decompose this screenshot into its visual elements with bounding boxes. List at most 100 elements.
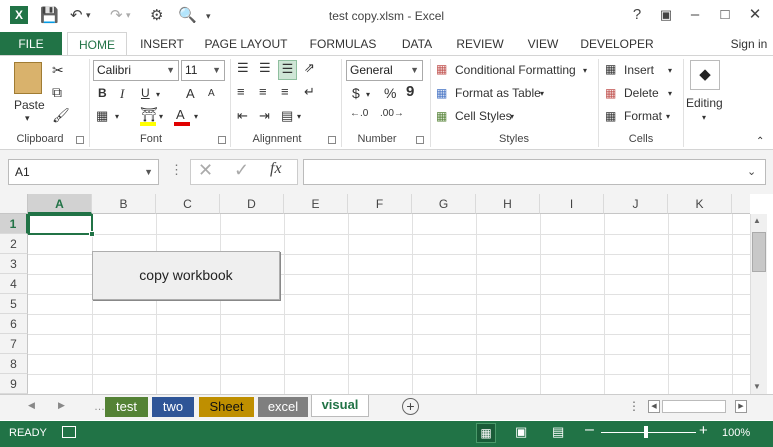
select-all-corner[interactable] <box>0 194 28 214</box>
scroll-thumb[interactable] <box>752 232 766 272</box>
zoom-level[interactable]: 100% <box>722 427 750 439</box>
redo-dropdown-icon[interactable]: ▾ <box>126 10 131 21</box>
tab-view[interactable]: VIEW <box>520 32 566 56</box>
alignment-launcher-icon[interactable] <box>328 136 336 144</box>
borders-dropdown-icon[interactable]: ▾ <box>115 112 119 121</box>
font-name-select[interactable]: Calibri ▼ <box>93 60 179 81</box>
selected-cell-a1[interactable] <box>28 214 93 235</box>
tab-file[interactable]: FILE <box>0 32 62 56</box>
column-header[interactable]: D <box>220 194 284 214</box>
row-header[interactable]: 2 <box>0 234 28 254</box>
column-header[interactable]: C <box>156 194 220 214</box>
percent-button[interactable]: % <box>384 85 396 101</box>
column-header[interactable]: K <box>668 194 732 214</box>
align-center-icon[interactable]: ≡ <box>259 84 267 99</box>
copy-icon[interactable]: ⧉ <box>52 84 62 101</box>
sheet-overflow-icon[interactable]: … <box>94 401 105 413</box>
copy-workbook-button[interactable]: copy workbook <box>92 251 280 300</box>
column-header[interactable]: E <box>284 194 348 214</box>
column-header[interactable]: A <box>28 194 92 214</box>
formula-input[interactable] <box>303 159 766 185</box>
new-sheet-button[interactable]: + <box>402 398 419 415</box>
merge-center-icon[interactable]: ▤ <box>281 108 293 124</box>
normal-view-icon[interactable]: ▦ <box>476 423 496 443</box>
zoom-out-button[interactable]: – <box>585 421 594 439</box>
cut-icon[interactable]: ✂ <box>52 62 64 79</box>
row-header[interactable]: 5 <box>0 294 28 314</box>
tab-insert[interactable]: INSERT <box>136 32 188 56</box>
align-bottom-icon[interactable]: ☰ <box>278 60 297 80</box>
sheet-tab-two[interactable]: two <box>152 397 194 417</box>
ribbon-display-options-icon[interactable]: ▣ <box>655 4 677 26</box>
collapse-ribbon-icon[interactable]: ⌃ <box>756 136 764 147</box>
column-header[interactable] <box>732 194 750 214</box>
wrap-text-icon[interactable]: ↵ <box>304 84 315 100</box>
decrease-font-button[interactable]: A <box>208 88 215 99</box>
column-header[interactable]: H <box>476 194 540 214</box>
tab-developer[interactable]: DEVELOPER <box>578 32 656 56</box>
font-size-select[interactable]: 11 ▼ <box>181 60 225 81</box>
scroll-down-icon[interactable]: ▼ <box>753 382 761 391</box>
close-button[interactable]: ✕ <box>744 4 766 26</box>
decrease-decimal-icon[interactable]: .00→ <box>380 108 404 119</box>
currency-dropdown-icon[interactable]: ▾ <box>366 90 370 99</box>
macro-record-icon[interactable] <box>62 426 76 438</box>
fill-color-icon[interactable]: ⛩ <box>140 106 158 123</box>
format-button[interactable]: Format <box>624 109 662 123</box>
undo-dropdown-icon[interactable]: ▾ <box>86 10 91 21</box>
binoculars-icon[interactable]: ◆ <box>690 60 720 90</box>
page-layout-view-icon[interactable]: ▣ <box>515 424 527 440</box>
zoom-slider-thumb[interactable] <box>644 426 648 438</box>
clipboard-launcher-icon[interactable] <box>76 136 84 144</box>
row-header[interactable]: 6 <box>0 314 28 334</box>
cancel-entry-icon[interactable]: ✕ <box>198 160 213 181</box>
number-format-select[interactable]: General ▼ <box>346 60 423 81</box>
row-header[interactable]: 7 <box>0 334 28 354</box>
row-header[interactable]: 4 <box>0 274 28 294</box>
align-left-icon[interactable]: ≡ <box>237 84 245 99</box>
help-button[interactable]: ? <box>626 4 648 26</box>
tab-home[interactable]: HOME <box>67 32 127 56</box>
tab-page-layout[interactable]: PAGE LAYOUT <box>200 32 292 56</box>
paste-icon[interactable] <box>14 62 42 94</box>
number-launcher-icon[interactable] <box>416 136 424 144</box>
redo-icon[interactable]: ↷ <box>110 6 123 24</box>
format-as-table-button[interactable]: Format as Table <box>455 86 541 100</box>
insert-cells-icon[interactable]: ▦ <box>605 62 616 76</box>
tab-data[interactable]: DATA <box>394 32 440 56</box>
comma-style-button[interactable]: 9 <box>406 83 414 100</box>
increase-font-button[interactable]: A <box>186 86 195 101</box>
bold-button[interactable]: B <box>98 86 107 100</box>
format-as-table-icon[interactable]: ▦ <box>436 86 447 100</box>
sheet-tab-visual[interactable]: visual <box>311 395 369 417</box>
scroll-left-icon[interactable]: ◀ <box>648 400 660 413</box>
increase-indent-icon[interactable]: ⇥ <box>259 108 270 124</box>
previous-sheet-icon[interactable]: ◀ <box>28 400 35 411</box>
minimize-button[interactable]: – <box>684 4 706 26</box>
increase-decimal-icon[interactable]: ←.0 <box>350 108 368 119</box>
print-preview-icon[interactable]: 🔍 <box>178 6 197 24</box>
row-header[interactable]: 8 <box>0 354 28 374</box>
name-box[interactable]: A1 ▼ <box>8 159 159 185</box>
insert-button[interactable]: Insert <box>624 63 654 77</box>
conditional-formatting-icon[interactable]: ▦ <box>436 62 447 76</box>
horizontal-scrollbar[interactable] <box>662 400 726 413</box>
merge-dropdown-icon[interactable]: ▾ <box>297 112 301 121</box>
sign-in-link[interactable]: Sign in <box>726 32 772 56</box>
cell-styles-icon[interactable]: ▦ <box>436 109 447 123</box>
conditional-formatting-button[interactable]: Conditional Formatting <box>455 63 576 77</box>
undo-icon[interactable]: ↶ <box>70 6 83 24</box>
tab-review[interactable]: REVIEW <box>452 32 508 56</box>
fill-color-dropdown-icon[interactable]: ▾ <box>159 112 163 121</box>
row-header[interactable]: 1 <box>0 214 28 234</box>
next-sheet-icon[interactable]: ▶ <box>58 400 65 411</box>
page-break-view-icon[interactable]: ▤ <box>552 424 564 440</box>
delete-cells-icon[interactable]: ▦ <box>605 86 616 100</box>
align-right-icon[interactable]: ≡ <box>281 84 289 99</box>
delete-button[interactable]: Delete <box>624 86 659 100</box>
paste-button[interactable]: Paste <box>14 98 45 112</box>
column-header[interactable]: F <box>348 194 412 214</box>
tab-split-handle-icon[interactable]: ⋮ <box>628 399 640 413</box>
font-launcher-icon[interactable] <box>218 136 226 144</box>
sheet-tab-sheet[interactable]: Sheet <box>199 397 254 417</box>
